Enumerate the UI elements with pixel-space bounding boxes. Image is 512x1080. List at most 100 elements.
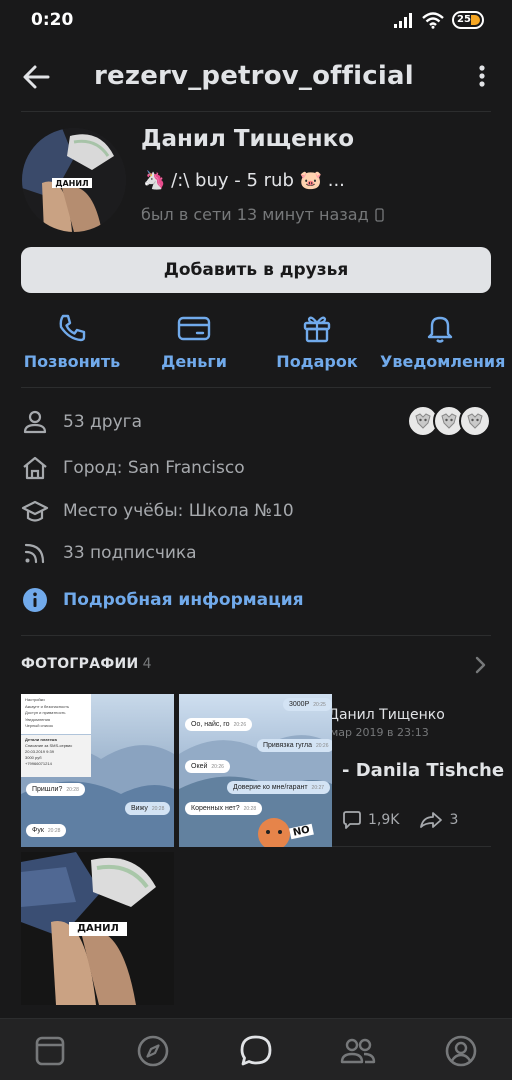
city-row: Город: San Francisco xyxy=(21,451,491,485)
chat-time: 20:28 xyxy=(66,787,79,793)
chat-text: Окей xyxy=(191,763,208,770)
photos-count: 4 xyxy=(142,656,152,672)
chat-time: 20:28 xyxy=(151,806,165,812)
tab-bar xyxy=(0,1018,512,1080)
chat-text: Фук xyxy=(32,827,44,834)
chat-time: 20:27 xyxy=(311,785,325,791)
gift-button[interactable]: Подарок xyxy=(257,308,377,371)
chat-bubble: Пришли? 20:28 xyxy=(26,783,85,796)
photo-thumbnail[interactable]: Настройки Аккаунт и безопасность Доступ … xyxy=(21,694,174,847)
photo-thumbnail[interactable]: 3000Р 20:25 Оо, найс, го 20:26 Привязка гу… xyxy=(179,694,332,847)
back-button[interactable] xyxy=(20,62,54,92)
followers-count: 33 подписчика xyxy=(63,543,197,563)
friends-icon[interactable] xyxy=(340,1033,376,1069)
chat-bubble: 3000Р 20:25 xyxy=(283,698,332,711)
post-text: - Danila Tishche xyxy=(342,760,505,781)
explore-icon[interactable] xyxy=(135,1033,171,1069)
chat-bubble: Вижу 20:28 xyxy=(125,802,171,815)
profile-name: Данил Тищенко xyxy=(141,126,354,152)
menu-item: Черный список xyxy=(25,723,53,728)
user-icon xyxy=(23,410,47,434)
photos-title: ФОТОГРАФИИ xyxy=(21,656,139,672)
chat-text: 3000Р xyxy=(289,701,310,708)
chat-text: Привязка гугла xyxy=(263,742,312,749)
payment-card: Детали платежа Списание за SMS-сервис 20… xyxy=(25,737,72,767)
photos-section-title[interactable]: ФОТОГРАФИИ 4 xyxy=(21,656,152,672)
divider xyxy=(332,846,491,847)
friends-row[interactable]: 53 друга xyxy=(21,405,491,439)
school-text: Место учёбы: Школа №10 xyxy=(63,501,294,521)
online-status-text: был в сети 13 минут назад xyxy=(141,205,369,224)
comment-icon[interactable] xyxy=(342,811,362,829)
chat-text: Коренных нет? xyxy=(191,805,240,812)
more-button[interactable] xyxy=(472,62,492,92)
info-icon xyxy=(23,588,47,612)
post-meta: 1,9K 3 xyxy=(342,811,458,829)
photo-thumbnail[interactable]: ДАНИЛ xyxy=(21,852,174,1005)
call-button[interactable]: Позвонить xyxy=(12,308,132,371)
chat-bubble: Фук 20:28 xyxy=(26,824,67,837)
comments-count: 1,9K xyxy=(368,812,400,828)
friend-avatar-image xyxy=(415,413,431,429)
status-time: 0:20 xyxy=(31,10,74,30)
online-status: был в сети 13 минут назад xyxy=(141,205,384,224)
add-friend-button[interactable]: Добавить в друзья xyxy=(21,247,491,293)
friend-avatar-image xyxy=(467,413,483,429)
chat-bubble: Коренных нет? 20:28 xyxy=(185,802,263,815)
school-row: Место учёбы: Школа №10 xyxy=(21,494,491,528)
chat-bubble: Привязка гугла 20:26 xyxy=(257,739,332,752)
rss-icon xyxy=(24,543,45,564)
friends-count: 53 друга xyxy=(63,412,142,432)
chat-time: 20:26 xyxy=(211,764,224,770)
graduation-cap-icon xyxy=(21,500,49,522)
details-row[interactable]: Подробная информация xyxy=(21,583,491,617)
chat-time: 20:28 xyxy=(47,828,61,834)
avatar-photo: ДАНИЛ xyxy=(22,128,126,232)
profile-status: 🦄 /:\ buy - 5 rub 🐷 ... xyxy=(143,170,345,191)
post-date: мар 2019 в 23:13 xyxy=(332,726,429,739)
chevron-right-icon[interactable] xyxy=(474,654,488,676)
battery-level: 25 xyxy=(457,14,471,25)
chat-text: Вижу xyxy=(131,805,148,812)
friend-avatar-image xyxy=(441,413,457,429)
avatar[interactable]: ДАНИЛ xyxy=(22,128,126,232)
phone-icon xyxy=(59,314,86,342)
payment-line: +79966071214 xyxy=(25,761,52,766)
mobile-icon xyxy=(375,207,384,222)
avatar-label: ДАНИЛ xyxy=(55,179,88,188)
card-icon xyxy=(177,316,211,341)
followers-row[interactable]: 33 подписчика xyxy=(21,536,491,570)
battery-icon: 25 xyxy=(452,11,484,29)
gift-label: Подарок xyxy=(276,352,358,371)
menu-item: Доступ и приватность xyxy=(25,710,66,715)
profile-header: rezerv_petrov_official xyxy=(0,52,512,102)
status-icons: 25 xyxy=(394,11,484,29)
money-button[interactable]: Деньги xyxy=(134,308,254,371)
page-title: rezerv_petrov_official xyxy=(94,61,414,91)
chat-time: 20:26 xyxy=(233,722,247,728)
friend-avatar xyxy=(459,405,491,437)
news-icon[interactable] xyxy=(32,1033,68,1069)
share-icon[interactable] xyxy=(419,811,443,829)
call-label: Позвонить xyxy=(23,352,121,371)
photo-label: ДАНИЛ xyxy=(77,923,119,934)
chat-time: 20:25 xyxy=(313,702,326,708)
post-preview[interactable]: Данил Тищенко мар 2019 в 23:13 - Danila … xyxy=(332,694,512,847)
notifications-button[interactable]: Уведомления xyxy=(380,308,505,371)
chat-text: Доверие ко мне/гарант xyxy=(233,784,308,791)
wifi-icon xyxy=(422,11,444,29)
divider xyxy=(21,387,491,388)
shares-count: 3 xyxy=(449,812,459,828)
more-vertical-icon xyxy=(479,65,485,87)
chat-text: Пришли? xyxy=(32,786,63,793)
divider xyxy=(21,111,491,112)
chat-bubble: Оо, найс, го 20:26 xyxy=(185,718,253,731)
back-arrow-icon xyxy=(23,65,50,89)
friend-avatars xyxy=(407,405,491,437)
action-buttons: Позвонить Деньги Подарок Уведомления xyxy=(0,308,512,378)
chat-text: Оо, найс, го xyxy=(191,721,230,728)
chat-time: 20:28 xyxy=(243,806,257,812)
profile-icon[interactable] xyxy=(443,1033,479,1069)
messages-icon[interactable] xyxy=(238,1033,274,1069)
settings-menu: Настройки Аккаунт и безопасность Доступ … xyxy=(25,697,69,730)
